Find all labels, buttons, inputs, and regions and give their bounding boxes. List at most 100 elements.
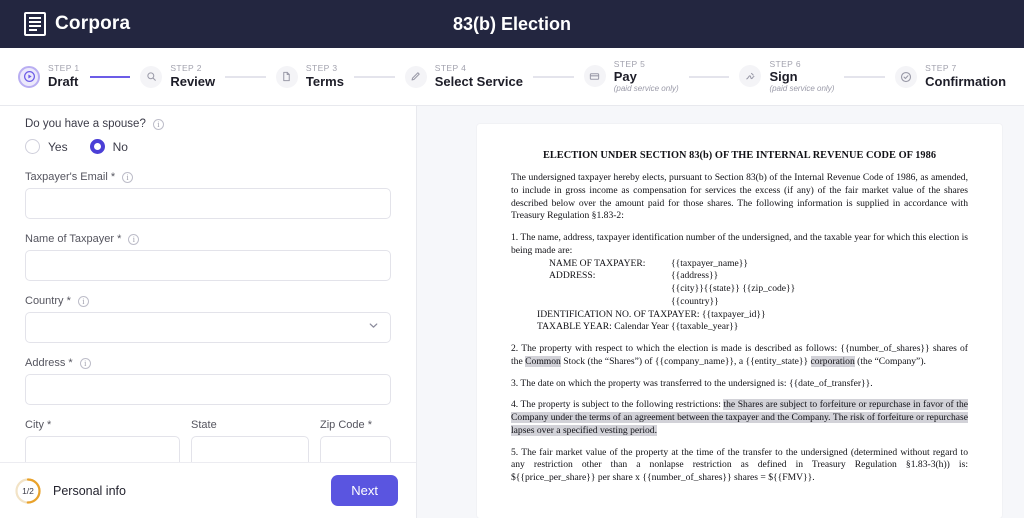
- form-scroll-area[interactable]: Do you have a spouse? i Yes No Taxpayer'…: [0, 106, 416, 462]
- step-text: STEP 2 Review: [170, 64, 215, 89]
- step-text: STEP 1 Draft: [48, 64, 80, 89]
- field-zip-code: Zip Code *: [320, 419, 391, 462]
- document-lines-icon: [24, 12, 46, 36]
- document-item-1-id-text: IDENTIFICATION NO. OF TAXPAYER: {{taxpay…: [537, 308, 766, 320]
- brand-name: Corpora: [55, 13, 131, 34]
- document-item-2-highlight-corporation: corporation: [810, 355, 855, 367]
- step-number: STEP 3: [305, 63, 338, 74]
- field-taxpayers-email: Taxpayer's Email * i: [25, 171, 391, 219]
- document-title: ELECTION UNDER SECTION 83(b) OF THE INTE…: [542, 150, 937, 161]
- document-item-2-part-c: (the “Company”).: [854, 355, 926, 367]
- label-text: Zip Code *: [320, 419, 372, 431]
- step-label: Confirmation: [925, 74, 1007, 90]
- step-pay[interactable]: STEP 5 Pay (paid service only): [583, 58, 679, 94]
- step-draft[interactable]: STEP 1 Draft: [18, 64, 80, 89]
- step-number: STEP 4: [434, 63, 467, 74]
- step-number: STEP 6: [769, 58, 801, 69]
- address-row: City * State Zip Code *: [25, 419, 391, 462]
- field-label-taxpayers-email: Taxpayer's Email * i: [25, 171, 391, 183]
- document-preview-pane[interactable]: ELECTION UNDER SECTION 83(b) OF THE INTE…: [417, 106, 1024, 518]
- row-value: {{country}}: [671, 295, 719, 307]
- step-note: (paid service only): [613, 84, 679, 94]
- card-icon: [583, 65, 606, 88]
- document-item-3: 3. The date on which the property was tr…: [511, 377, 873, 389]
- field-label-name-of-taxpayer: Name of Taxpayer * i: [25, 233, 391, 245]
- step-connector-6: [844, 75, 886, 78]
- step-label: Pay: [613, 69, 637, 85]
- document-item-1-row: {{city}}{{state}} {{zip_code}}: [549, 283, 968, 296]
- document-intro: The undersigned taxpayer hereby elects, …: [511, 172, 968, 222]
- label-text: Country *: [25, 295, 71, 307]
- document-item-1-row: ADDRESS: {{address}}: [549, 270, 968, 283]
- document-item-2-part-b: Stock (the “Shares”) of {{company_name}}…: [560, 355, 811, 367]
- document-item-4-part-a: 4. The property is subject to the follow…: [511, 399, 724, 411]
- step-label: Select Service: [434, 74, 523, 90]
- select-country[interactable]: [25, 312, 391, 343]
- row-value: {{address}}: [671, 270, 719, 282]
- row-key: [549, 283, 671, 296]
- form-fields: Taxpayer's Email * i Name of Taxpayer * i Co…: [25, 171, 391, 405]
- input-name-of-taxpayer[interactable]: [25, 250, 391, 281]
- step-review[interactable]: STEP 2 Review: [140, 64, 215, 89]
- brand-logo[interactable]: Corpora: [24, 12, 130, 36]
- radio-yes-dot: [25, 139, 40, 154]
- progress-text: 1/2: [22, 485, 34, 496]
- document-item-1-id: IDENTIFICATION NO. OF TAXPAYER: {{taxpay…: [537, 309, 968, 322]
- radio-no[interactable]: No: [89, 139, 128, 154]
- document-item-1-lead: 1. The name, address, taxpayer identific…: [511, 232, 968, 256]
- info-icon[interactable]: i: [152, 118, 164, 130]
- field-country: Country * i: [25, 295, 391, 343]
- progress-indicator: 1/2 Personal info: [14, 477, 126, 505]
- radio-no-label: No: [112, 139, 128, 154]
- document-item-1-year: TAXABLE YEAR: Calendar Year {{taxable_ye…: [537, 321, 968, 334]
- label-text: Taxpayer's Email *: [25, 171, 116, 183]
- step-connector-1: [89, 75, 131, 78]
- step-number: STEP 5: [613, 58, 646, 69]
- step-connector-3: [353, 75, 395, 78]
- progress-ring: 1/2: [14, 477, 42, 505]
- info-icon[interactable]: i: [77, 295, 89, 307]
- step-label: Sign: [769, 69, 798, 85]
- document-item-1-rows: NAME OF TAXPAYER: {{taxpayer_name}} ADDRES…: [511, 258, 968, 335]
- step-note: (paid service only): [769, 84, 835, 94]
- document-item-4: 4. The property is subject to the follow…: [511, 399, 968, 437]
- row-key: ADDRESS:: [549, 270, 596, 282]
- step-number: STEP 7: [925, 63, 957, 74]
- step-connector-5: [688, 75, 730, 78]
- input-address[interactable]: [25, 374, 391, 405]
- step-label: Terms: [305, 74, 344, 90]
- input-zip-code[interactable]: [320, 436, 391, 462]
- step-sign[interactable]: STEP 6 Sign (paid service only): [739, 58, 835, 94]
- main-content: Do you have a spouse? i Yes No Taxpayer'…: [0, 106, 1024, 518]
- label-text: Address *: [25, 357, 73, 369]
- step-confirmation[interactable]: STEP 7 Confirmation: [895, 64, 1006, 89]
- next-button[interactable]: Next: [331, 475, 398, 506]
- step-text: STEP 6 Sign (paid service only): [769, 58, 835, 94]
- document-card: ELECTION UNDER SECTION 83(b) OF THE INTE…: [477, 124, 1002, 518]
- step-text: STEP 5 Pay (paid service only): [613, 58, 679, 94]
- field-label-state: State: [191, 419, 309, 431]
- step-text: STEP 4 Select Service: [435, 64, 523, 89]
- step-terms[interactable]: STEP 3 Terms: [275, 63, 344, 90]
- radio-yes[interactable]: Yes: [25, 139, 68, 154]
- input-taxpayers-email[interactable]: [25, 188, 391, 219]
- input-state[interactable]: [191, 436, 309, 462]
- field-state: State: [191, 419, 309, 462]
- info-icon[interactable]: i: [79, 357, 91, 369]
- select-value-country[interactable]: [25, 312, 391, 343]
- top-bar: Corpora 83(b) Election: [0, 0, 1024, 48]
- input-city[interactable]: [25, 436, 180, 462]
- info-icon[interactable]: i: [122, 171, 134, 183]
- document-item-1-row: NAME OF TAXPAYER: {{taxpayer_name}}: [549, 258, 968, 271]
- step-text: STEP 7 Confirmation: [925, 64, 1006, 89]
- check-circle-icon: [895, 65, 918, 88]
- draft-play-icon: [18, 65, 40, 88]
- field-label-city: City *: [25, 419, 180, 431]
- document-item-1-year-text: TAXABLE YEAR: Calendar Year {{taxable_ye…: [537, 321, 739, 333]
- document-item-2-highlight-common: Common: [525, 355, 561, 367]
- field-city: City *: [25, 419, 180, 462]
- spouse-question-label: Do you have a spouse?: [25, 118, 146, 130]
- field-label-country: Country * i: [25, 295, 391, 307]
- info-icon[interactable]: i: [128, 233, 140, 245]
- step-select-service[interactable]: STEP 4 Select Service: [404, 64, 523, 89]
